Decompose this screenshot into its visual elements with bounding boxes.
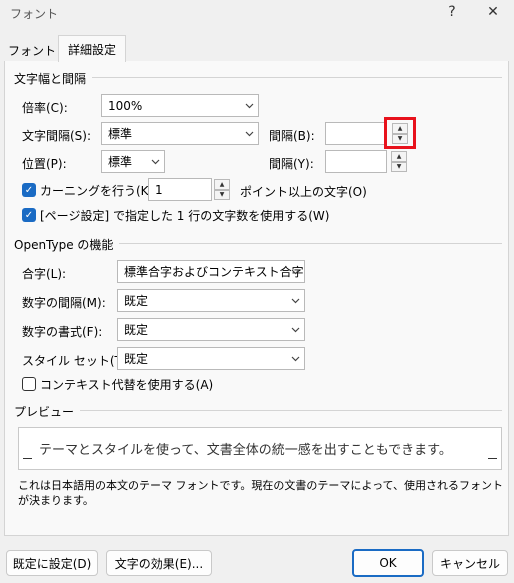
section-divider [88,77,502,78]
num-forms-combo[interactable]: 既定 [117,318,305,341]
text-effects-button[interactable]: 文字の効果(E)... [106,550,212,576]
close-button[interactable]: ✕ [482,2,504,22]
ligatures-value: 標準合字およびコンテキスト合字 [124,265,304,279]
section-title-char-spacing: 文字幅と間隔 [14,70,93,87]
position-combo[interactable]: 標準 [101,150,165,173]
tab-advanced[interactable]: 詳細設定 [58,35,126,62]
position-by-spinner[interactable]: ▲ ▼ [391,151,407,172]
grid-label: [ページ設定] で指定した 1 行の文字数を使用する(W) [40,209,330,223]
num-forms-value: 既定 [124,323,149,337]
position-value: 標準 [108,155,133,169]
position-by-label: 間隔(Y): [269,157,314,171]
ligatures-label: 合字(L): [22,267,67,281]
num-spacing-combo[interactable]: 既定 [117,289,305,312]
kerning-input[interactable]: 1 [148,178,212,201]
section-divider [62,410,502,411]
spin-up-icon[interactable]: ▲ [214,179,230,190]
chevron-down-icon [286,348,304,369]
preview-underscore-right [488,458,497,459]
chevron-down-icon [286,261,304,282]
position-by-input[interactable] [325,150,387,173]
preview-underscore-left [23,458,32,459]
kerning-checkbox[interactable]: ✓ [22,183,36,197]
preview-text: テーマとスタイルを使って、文書全体の統一感を出すこともできます。 [39,443,452,458]
spacing-by-spinner[interactable]: ▲ ▼ [392,123,408,144]
contextual-checkbox[interactable] [22,377,36,391]
window-title: フォント [10,7,59,21]
stylistic-label: スタイル セット(T): [22,354,131,368]
help-button[interactable]: ? [441,2,463,22]
kerning-spinner[interactable]: ▲ ▼ [214,179,230,200]
chevron-down-icon [146,151,164,172]
preview-note: これは日本語用の本文のテーマ フォントです。現在の文書のテーマによって、使用され… [18,479,503,507]
scale-label: 倍率(C): [22,101,68,115]
scale-combo[interactable]: 100% [101,94,259,117]
chevron-down-icon [286,319,304,340]
preview-box: テーマとスタイルを使って、文書全体の統一感を出すこともできます。 [18,427,502,470]
ligatures-combo[interactable]: 標準合字およびコンテキスト合字 [117,260,305,283]
num-forms-label: 数字の書式(F): [22,325,103,339]
spin-down-icon[interactable]: ▼ [214,189,230,200]
spacing-by-label: 間隔(B): [269,129,315,143]
chevron-down-icon [286,290,304,311]
spacing-label: 文字間隔(S): [22,129,92,143]
grid-checkbox[interactable]: ✓ [22,208,36,222]
spin-up-icon[interactable]: ▲ [392,123,408,134]
num-spacing-value: 既定 [124,294,149,308]
chevron-down-icon [240,123,258,144]
tab-font[interactable]: フォント [6,39,58,61]
contextual-label: コンテキスト代替を使用する(A) [40,378,214,392]
kerning-label: カーニングを行う(K): [40,184,158,198]
stylistic-combo[interactable]: 既定 [117,347,305,370]
cancel-button[interactable]: キャンセル [432,550,508,576]
num-spacing-label: 数字の間隔(M): [22,296,106,310]
spin-down-icon[interactable]: ▼ [391,161,407,172]
section-divider [108,243,502,244]
spacing-combo[interactable]: 標準 [101,122,259,145]
section-title-preview: プレビュー [14,403,81,420]
spacing-value: 標準 [108,127,133,141]
kerning-suffix: ポイント以上の文字(O) [240,185,367,199]
position-label: 位置(P): [22,157,67,171]
set-default-button[interactable]: 既定に設定(D) [6,550,98,576]
chevron-down-icon [240,95,258,116]
scale-value: 100% [108,98,143,113]
ok-button[interactable]: OK [352,549,424,577]
section-title-opentype: OpenType の機能 [14,236,120,253]
spacing-by-input[interactable] [325,122,387,145]
spin-down-icon[interactable]: ▼ [392,133,408,144]
stylistic-value: 既定 [124,352,149,366]
spin-up-icon[interactable]: ▲ [391,151,407,162]
